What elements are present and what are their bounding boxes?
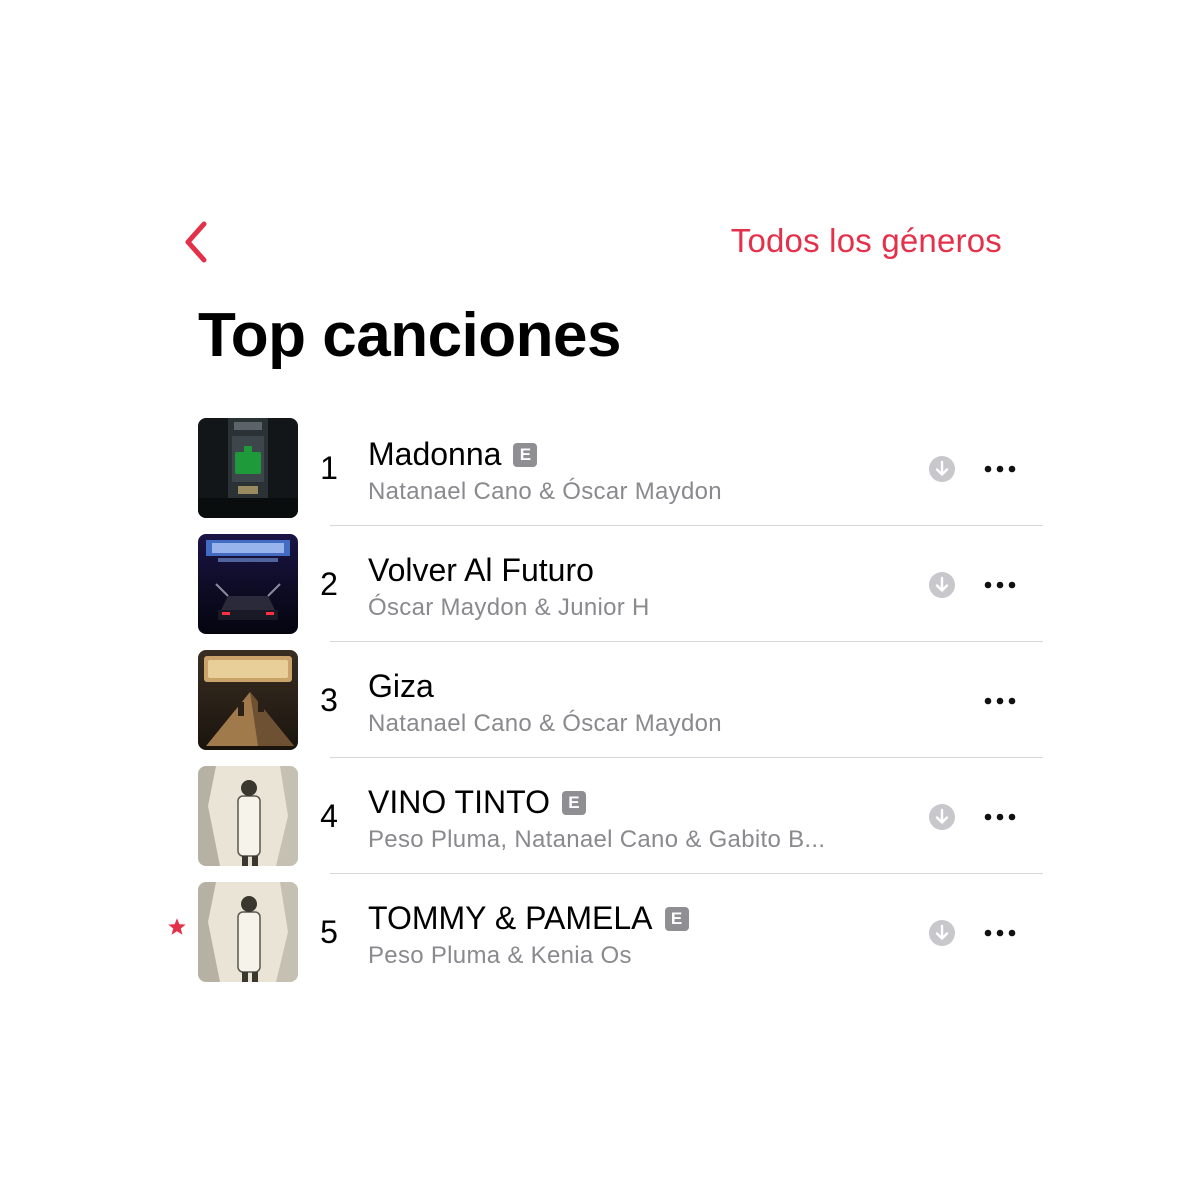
explicit-badge: E <box>513 442 538 467</box>
download-button[interactable] <box>929 456 955 482</box>
album-artwork <box>198 882 298 982</box>
rank-number: 5 <box>320 914 338 950</box>
back-button[interactable] <box>180 220 216 264</box>
song-artist: Peso Pluma & Kenia Os <box>368 942 632 969</box>
download-arrow-icon <box>929 456 955 482</box>
song-artist: Óscar Maydon & Junior H <box>368 594 650 621</box>
ellipsis-icon <box>984 813 1016 821</box>
song-title: VINO TINTO <box>368 784 550 820</box>
more-options-button[interactable] <box>978 570 1022 600</box>
song-title-line: TOMMY & PAMELA E <box>368 900 689 937</box>
rank-number: 2 <box>320 566 338 602</box>
album-artwork <box>198 650 298 750</box>
song-row-2[interactable]: 2 Volver Al Futuro Óscar Maydon & Junior… <box>0 526 1200 642</box>
album-artwork <box>198 534 298 634</box>
song-title-line: Giza <box>368 668 434 705</box>
all-genres-button[interactable]: Todos los géneros <box>731 222 1002 260</box>
explicit-badge: E <box>664 906 689 931</box>
song-title-line: VINO TINTO E <box>368 784 586 821</box>
song-title: TOMMY & PAMELA <box>368 900 653 936</box>
download-button[interactable] <box>929 804 955 830</box>
download-arrow-icon <box>929 920 955 946</box>
song-title: Giza <box>368 668 434 704</box>
ellipsis-icon <box>984 929 1016 937</box>
download-arrow-icon <box>929 804 955 830</box>
download-button[interactable] <box>929 920 955 946</box>
ellipsis-icon <box>984 697 1016 705</box>
download-arrow-icon <box>929 572 955 598</box>
song-artist: Natanael Cano & Óscar Maydon <box>368 710 722 737</box>
song-artist: Peso Pluma, Natanael Cano & Gabito B... <box>368 826 826 853</box>
ellipsis-icon <box>984 581 1016 589</box>
page-title: Top canciones <box>198 301 622 370</box>
song-title-line: Volver Al Futuro <box>368 552 594 589</box>
more-options-button[interactable] <box>978 454 1022 484</box>
song-title-line: Madonna E <box>368 436 538 473</box>
song-row-1[interactable]: 1 Madonna E Natanael Cano & Óscar Maydon <box>0 410 1200 526</box>
song-list: 1 Madonna E Natanael Cano & Óscar Maydon <box>0 410 1200 990</box>
song-row-5[interactable]: 5 TOMMY & PAMELA E Peso Pluma & Kenia Os <box>0 874 1200 990</box>
song-row-4[interactable]: 4 VINO TINTO E Peso Pluma, Natanael Cano… <box>0 758 1200 874</box>
album-artwork <box>198 766 298 866</box>
star-icon <box>166 916 188 938</box>
rank-number: 3 <box>320 682 338 718</box>
more-options-button[interactable] <box>978 802 1022 832</box>
rank-number: 4 <box>320 798 338 834</box>
song-artist: Natanael Cano & Óscar Maydon <box>368 478 722 505</box>
navigation-bar: Todos los géneros <box>0 212 1200 272</box>
more-options-button[interactable] <box>978 918 1022 948</box>
ellipsis-icon <box>984 465 1016 473</box>
more-options-button[interactable] <box>978 686 1022 716</box>
song-title: Madonna <box>368 436 502 472</box>
download-button[interactable] <box>929 572 955 598</box>
explicit-badge: E <box>561 790 586 815</box>
rank-number: 1 <box>320 450 338 486</box>
song-title: Volver Al Futuro <box>368 552 594 588</box>
chevron-left-icon <box>185 221 207 263</box>
album-artwork <box>198 418 298 518</box>
song-row-3[interactable]: 3 Giza Natanael Cano & Óscar Maydon <box>0 642 1200 758</box>
